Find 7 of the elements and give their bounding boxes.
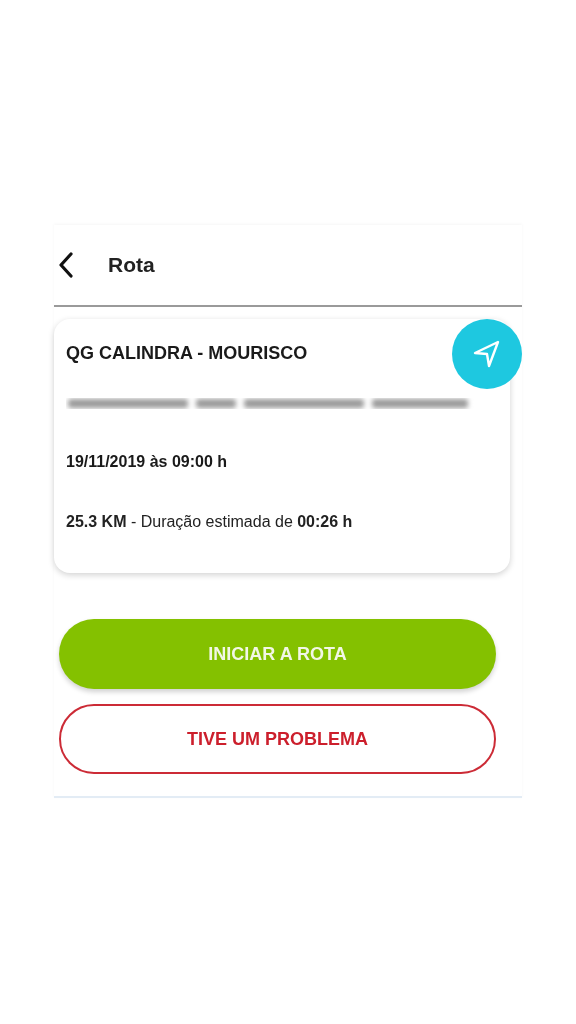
route-datetime: 19/11/2019 às 09:00 h (66, 453, 229, 471)
screen-title: Rota (108, 253, 155, 277)
route-name: QG CALINDRA - MOURISCO (66, 343, 308, 365)
back-icon[interactable] (58, 252, 74, 278)
report-problem-button[interactable]: TIVE UM PROBLEMA (59, 704, 496, 774)
navigation-arrow-icon (472, 339, 502, 369)
route-summary: 25.3 KM - Duração estimada de 00:26 h (66, 513, 354, 531)
